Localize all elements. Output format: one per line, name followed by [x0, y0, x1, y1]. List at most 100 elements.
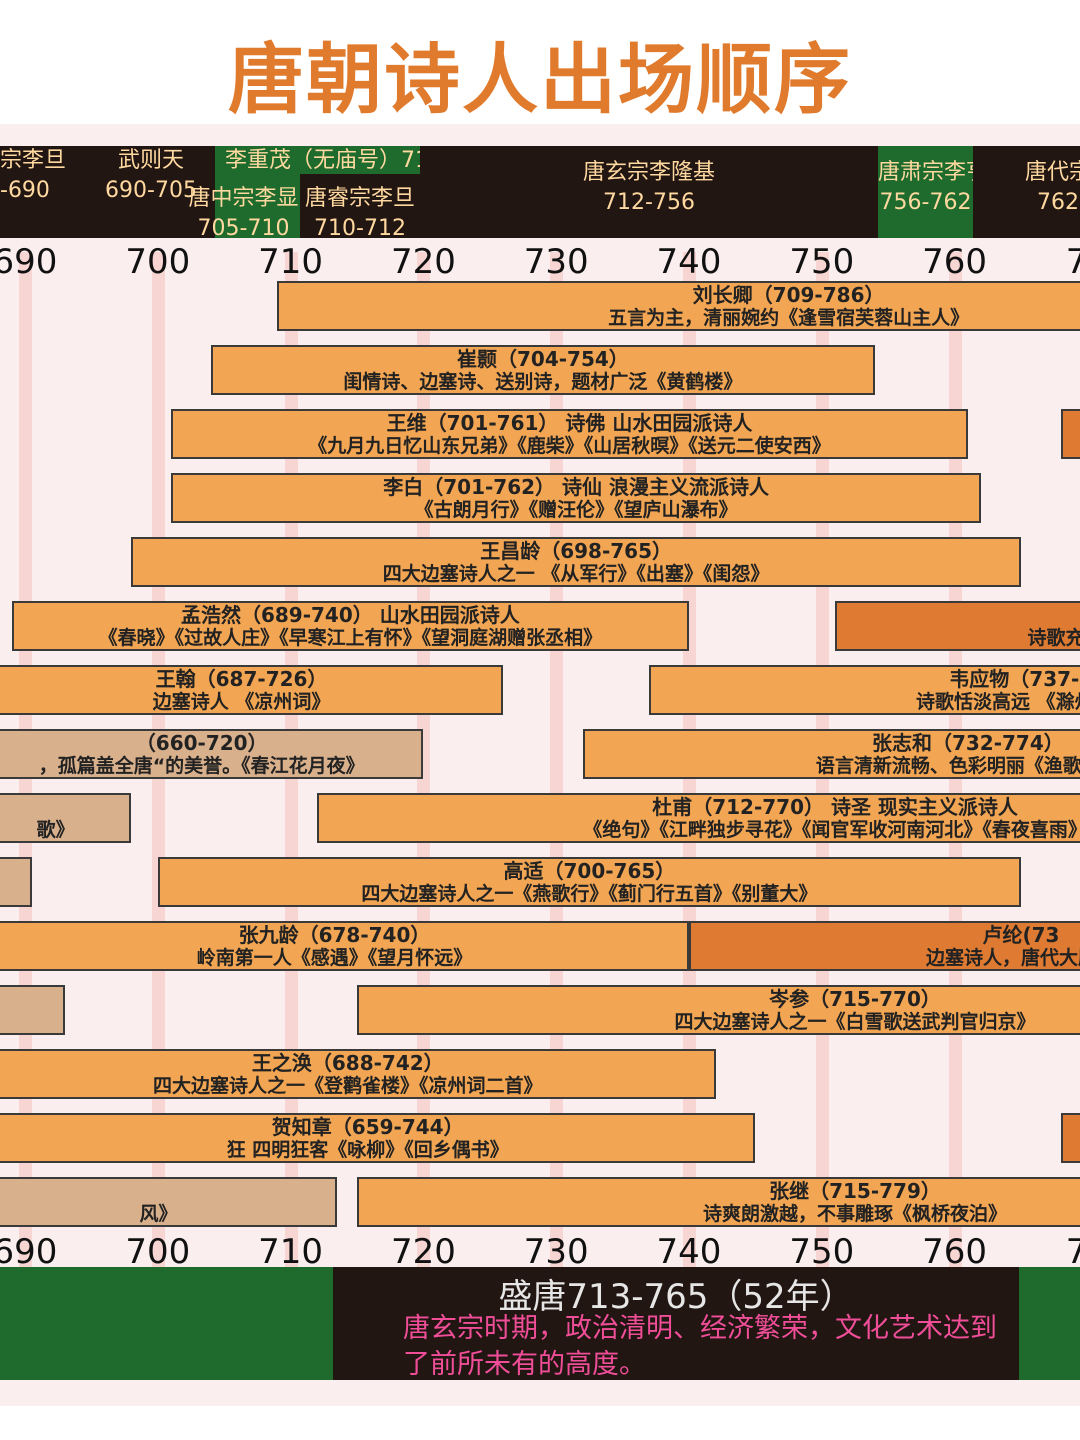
poet-name: 韦应物（737-	[949, 667, 1080, 691]
poet-bar: 杜甫（712-770） 诗圣 现实主义派诗人 《绝句》《江畔独步寻花》《闻官军收河…	[317, 793, 1080, 843]
tick-label: 760	[922, 242, 988, 282]
reign-years: 756-762	[879, 190, 972, 215]
poet-works: 歌》	[36, 819, 75, 841]
poet-works: 四大边塞诗人之一 《从军行》《出塞》《闺怨》	[382, 563, 770, 585]
poet-works: 《绝句》《江畔独步寻花》《闻官军收河南河北》《春夜喜雨》	[583, 819, 1080, 841]
poet-works: 诗歌恬淡高远 《滁州西	[916, 691, 1080, 713]
poet-bar	[0, 985, 65, 1035]
tick-label: 730	[523, 1232, 589, 1272]
poet-works: 诗歌充满感伤的	[1027, 627, 1080, 649]
tick-label: 700	[125, 1232, 191, 1272]
tick-label: 710	[258, 242, 324, 282]
reign-xuanzong: 唐玄宗李隆基 712-756	[420, 146, 878, 238]
page-title: 唐朝诗人出场顺序	[228, 35, 852, 124]
poet-bar: 韦应物（737-诗歌恬淡高远 《滁州西	[649, 665, 1080, 715]
reign-years: 710-712	[314, 216, 406, 241]
reign-name: 唐中宗李显	[188, 186, 299, 211]
poet-name: 张继（715-779）	[769, 1179, 941, 1203]
poet-bar: 张九龄（678-740） 岭南第一人《感遇》《望月怀远》	[0, 921, 689, 971]
poet-works: 《古朗月行》《赠汪伦》《望庐山瀑布》	[414, 499, 738, 521]
poet-name: 岑参（715-770）	[769, 987, 941, 1011]
poet-bar: 王维（701-761） 诗佛 山水田园派诗人 《九月九日忆山东兄弟》《鹿柴》《山居…	[171, 409, 968, 459]
reign-zhongzong: 唐中宗李显 705-710	[187, 184, 300, 241]
poet-works: 《九月九日忆山东兄弟》《鹿柴》《山居秋暝》《送元二使安西》	[308, 435, 831, 457]
reign-years: 705-710	[197, 216, 290, 241]
poet-bar: 岑参（715-770） 四大边塞诗人之一《白雪歌送武判官归京》	[357, 985, 1080, 1035]
poet-name: 张志和（732-774）	[871, 731, 1064, 755]
tick-label: 700	[125, 242, 191, 282]
poet-bar	[0, 857, 32, 907]
poet-bar: 王翰（687-726） 边塞诗人 《凉州词》	[0, 665, 504, 715]
tick-label: 690	[0, 1232, 58, 1272]
poet-bar: 张继（715-779） 诗爽朗激越，不事雕琢《枫桥夜泊》	[357, 1177, 1080, 1227]
reign-years: -690	[0, 178, 50, 203]
era-band-left	[0, 1267, 333, 1380]
poet-name: 贺知章（659-744）	[271, 1115, 464, 1139]
poet-bar: 王之涣（688-742） 四大边塞诗人之一《登鹳雀楼》《凉州词二首》	[0, 1049, 716, 1099]
poet-bar: 风》	[0, 1177, 338, 1227]
reign-suzong: 唐肃宗李亨 756-762	[878, 146, 988, 238]
poet-works: 五言为主，清丽婉约《逢雪宿芙蓉山主人》	[608, 307, 970, 329]
tick-label: 730	[523, 242, 589, 282]
poet-bar	[1060, 409, 1080, 459]
poet-works: 四大边塞诗人之一《白雪歌送武判官归京》	[674, 1011, 1036, 1033]
poet-bar: 李白（701-762） 诗仙 浪漫主义流派诗人 《古朗月行》《赠汪伦》《望庐山瀑布…	[171, 473, 982, 523]
poet-works: 风》	[139, 1203, 178, 1225]
poet-name: 王昌龄（698-765）	[480, 539, 672, 563]
poet-works: 闺情诗、边塞诗、送别诗，题材广泛《黄鹤楼》	[343, 371, 743, 393]
poet-name: 王维（701-761） 诗佛 山水田园派诗人	[386, 411, 753, 435]
poet-bar: 诗歌充满感伤的	[835, 601, 1080, 651]
poet-name: 刘长卿（709-786）	[692, 283, 885, 307]
poet-bar: 贺知章（659-744）狂 四明狂客《咏柳》《回乡偶书》	[0, 1113, 756, 1163]
tick-label: 720	[390, 1232, 456, 1272]
poet-works: 边塞诗人，唐代大历十	[925, 947, 1080, 969]
poet-works: 四大边塞诗人之一《燕歌行》《蓟门行五首》《别董大》	[361, 883, 818, 905]
tick-label: 750	[789, 242, 855, 282]
poet-works: 四大边塞诗人之一《登鹳雀楼》《凉州词二首》	[153, 1075, 543, 1097]
reign-years: 762-	[1037, 190, 1080, 215]
poet-bar	[1060, 1113, 1080, 1163]
reign-name: 唐代宗	[1025, 160, 1080, 185]
tick-label: 77	[1065, 242, 1080, 282]
poet-works: 狂 四明狂客《咏柳》《回乡偶书》	[226, 1139, 509, 1161]
poet-bar: 高适（700-765） 四大边塞诗人之一《燕歌行》《蓟门行五首》《别董大》	[157, 857, 1021, 907]
poet-name: 孟浩然（689-740） 山水田园派诗人	[180, 603, 520, 627]
poet-works: 《春晓》《过故人庄》《早寒江上有怀》《望洞庭湖赠张丞相》	[98, 627, 603, 649]
poet-bar: 卢纶(73边塞诗人，唐代大历十	[689, 921, 1080, 971]
poet-name: 高适（700-765）	[503, 859, 676, 883]
reign-lichongmao: 李重茂（无庙号）710（10天）	[215, 146, 537, 174]
poet-name: 卢纶(73	[982, 923, 1060, 947]
poet-name: 张九龄（678-740）	[238, 923, 431, 947]
tick-label: 720	[390, 242, 456, 282]
era-band-right	[1019, 1267, 1080, 1380]
poet-works: 语言清新流畅、色彩明丽《渔歌子》	[815, 755, 1080, 777]
poet-bar: 孟浩然（689-740） 山水田园派诗人 《春晓》《过故人庄》《早寒江上有怀》《望…	[11, 601, 689, 651]
poet-bar: 刘长卿（709-786） 五言为主，清丽婉约《逢雪宿芙蓉山主人》	[277, 281, 1080, 331]
poet-name: 李白（701-762） 诗仙 浪漫主义流派诗人	[383, 475, 769, 499]
poet-works: 岭南第一人《感遇》《望月怀远》	[196, 947, 473, 969]
poet-works: 边塞诗人 《凉州词》	[152, 691, 331, 713]
reign-ruizong: 唐睿宗李旦 710-712	[300, 184, 420, 241]
poet-name: （660-720）	[135, 731, 268, 755]
tick-label: 740	[656, 242, 722, 282]
tick-label: 710	[258, 1232, 324, 1272]
tick-label: 690	[0, 242, 58, 282]
poet-bar: 张志和（732-774）语言清新流畅、色彩明丽《渔歌子》	[582, 729, 1080, 779]
reign-ruizong-first: 宗李旦 -690	[0, 146, 87, 238]
poet-bar: 歌》	[0, 793, 132, 843]
timeline-chart: 宗李旦 -690 武则天 690-705 李重茂（无庙号）710（10天） 唐中…	[0, 124, 1080, 1406]
poet-name: 王翰（687-726）	[155, 667, 328, 691]
reign-name: 唐睿宗李旦	[304, 186, 415, 211]
poet-works: ，孤篇盖全唐“的美誉。《春江花月夜》	[38, 755, 365, 777]
era-description: 唐玄宗时期，政治清明、经济繁荣，文化艺术达到了前所未有的高度。	[403, 1313, 997, 1380]
poet-bar: 王昌龄（698-765） 四大边塞诗人之一 《从军行》《出塞》《闺怨》	[131, 537, 1021, 587]
tick-label: 750	[789, 1232, 855, 1272]
poet-bar: 崔颢（704-754） 闺情诗、边塞诗、送别诗，题材广泛《黄鹤楼》	[210, 345, 875, 395]
poet-bar: （660-720） ，孤篇盖全唐“的美誉。《春江花月夜》	[0, 729, 424, 779]
poet-name: 王之涣（688-742）	[251, 1051, 444, 1075]
reign-years: 712-756	[603, 190, 695, 215]
tick-label: 760	[922, 1232, 988, 1272]
reign-name: 唐玄宗李隆基	[582, 160, 715, 185]
poet-name: 崔颢（704-754）	[457, 347, 629, 371]
tick-label: 740	[656, 1232, 722, 1272]
